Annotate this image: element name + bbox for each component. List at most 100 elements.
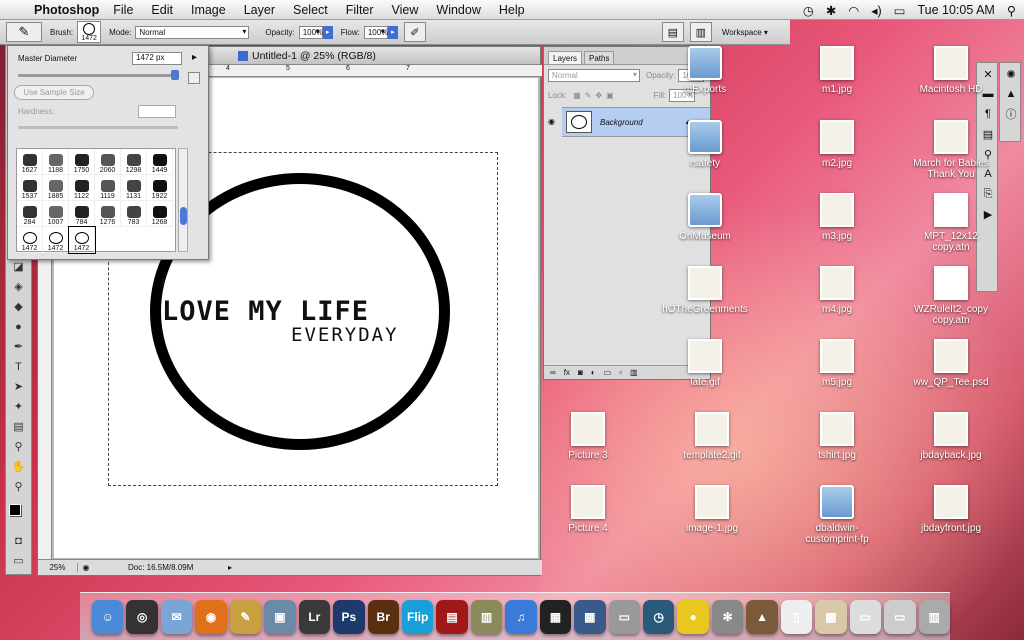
pen-tool-icon[interactable]: ✒	[7, 337, 30, 356]
tab-paths[interactable]: Paths	[584, 51, 615, 64]
brush-preset[interactable]: 1298	[121, 149, 147, 175]
menu-help[interactable]: Help	[499, 3, 525, 17]
delete-layer-icon[interactable]: ▥	[630, 368, 638, 377]
menu-image[interactable]: Image	[191, 3, 226, 17]
path-selection-icon[interactable]: ➤	[7, 377, 30, 396]
zoom-tool-icon[interactable]: ⚲	[7, 477, 30, 496]
opacity-slider-button[interactable]: ▸	[322, 25, 333, 39]
dock-dashboard-icon[interactable]: ◎	[126, 599, 158, 634]
desktop-icon[interactable]: OnMuseum	[660, 193, 750, 242]
hardness-field[interactable]	[138, 105, 176, 118]
dock-photoshop-icon[interactable]: Ps	[333, 599, 365, 634]
brush-grid-scrollbar[interactable]	[178, 148, 188, 252]
airbrush-icon[interactable]: ✐	[403, 22, 426, 42]
volume-icon[interactable]: ◂)	[871, 3, 881, 18]
brush-preset[interactable]: 784	[69, 201, 95, 227]
dock-document-icon[interactable]: ▯	[780, 599, 813, 634]
menu-view[interactable]: View	[392, 3, 419, 17]
use-sample-size-button[interactable]: Use Sample Size	[14, 85, 94, 100]
mode-select[interactable]: Normal	[135, 25, 250, 39]
desktop-icon[interactable]: ww_QP_Tee.psd	[906, 339, 996, 388]
dock-photo-icon[interactable]: ▩	[815, 599, 847, 634]
dock-keynote-icon[interactable]: ▲	[746, 599, 778, 634]
dock-photo-booth-icon[interactable]: ▤	[436, 599, 468, 634]
desktop-icon[interactable]: jbdayfront.jpg	[906, 485, 996, 534]
dock-iphoto-icon[interactable]: ▣	[264, 599, 296, 634]
spotlight-icon[interactable]: ⚲	[1007, 3, 1016, 18]
hand-tool-icon[interactable]: ✋	[7, 457, 30, 476]
brush-preset[interactable]: 1122	[69, 175, 95, 201]
desktop-icon[interactable]: late.gif	[660, 339, 750, 388]
desktop-icon[interactable]: hOTheGreenments	[660, 266, 750, 315]
slider-thumb[interactable]	[171, 70, 179, 80]
brush-preset[interactable]: 284	[17, 201, 43, 227]
dock-pencil-icon[interactable]: ✎	[229, 599, 262, 634]
menu-layer[interactable]: Layer	[244, 3, 275, 17]
brush-preset[interactable]: 1472	[68, 226, 96, 254]
brush-panel-menu-icon[interactable]: ▸	[192, 52, 197, 63]
desktop-icon[interactable]: WZRuleIt2_copy copy.atn	[906, 266, 996, 326]
status-menu-icon[interactable]: ◉	[78, 563, 94, 572]
bluetooth-icon[interactable]: ✱	[826, 3, 836, 18]
link-layers-icon[interactable]: ∞	[550, 368, 556, 377]
dock-itunes-icon[interactable]: ♫	[505, 599, 537, 634]
adjustment-layer-icon[interactable]: ◐	[591, 368, 596, 377]
dock-screen-icon[interactable]: ▭	[849, 599, 882, 634]
wifi-icon[interactable]: ◠	[848, 3, 859, 18]
brush-preset[interactable]: 1537	[17, 175, 43, 201]
desktop-icon[interactable]: m2.jpg	[792, 120, 882, 169]
dock-spaces-icon[interactable]: ▦	[574, 599, 606, 634]
screen-mode-icon[interactable]: ▭	[7, 551, 30, 570]
histogram-icon[interactable]: ▲	[1002, 85, 1020, 103]
blur-tool-icon[interactable]: ◆	[7, 297, 30, 316]
dock-trash-icon[interactable]: ▥	[918, 599, 950, 634]
brush-preset[interactable]: 1922	[147, 175, 173, 201]
lock-position-icon[interactable]: ✥	[595, 91, 602, 100]
brush-preset-picker[interactable]: 1472	[77, 21, 102, 43]
dock-window-icon[interactable]: ▭	[884, 599, 916, 634]
desktop-icon[interactable]: m5.jpg	[792, 339, 882, 388]
desktop-icon[interactable]: template2.gif	[667, 412, 757, 461]
menu-app-name[interactable]: Photoshop	[34, 3, 99, 17]
quick-mask-icon[interactable]: ◘	[7, 531, 30, 550]
brush-preset[interactable]: 1119	[95, 175, 121, 201]
lock-image-icon[interactable]: ✎	[585, 91, 592, 100]
layer-style-icon[interactable]: fx	[564, 368, 570, 377]
new-layer-icon[interactable]: ▫	[619, 368, 622, 377]
brush-preset[interactable]: 1007	[43, 201, 69, 227]
desktop-icon[interactable]: rsafety	[660, 120, 750, 169]
dock-system-preferences-icon[interactable]: ✻	[711, 599, 744, 634]
desktop-icon[interactable]: Picture 4	[543, 485, 633, 534]
brush-preset[interactable]: 1268	[147, 201, 173, 227]
dock-preview-icon[interactable]: ▥	[470, 599, 503, 634]
master-diameter-slider[interactable]	[18, 74, 178, 77]
dock-time-machine-icon[interactable]: ◷	[643, 599, 675, 634]
blend-mode-select[interactable]: Normal	[548, 69, 640, 82]
navigator-icon[interactable]: ✺	[1002, 65, 1020, 83]
battery-icon[interactable]: ▭	[894, 3, 906, 18]
desktop-icon[interactable]: MPT_12x12 copy.atn	[906, 193, 996, 253]
brush-preset[interactable]: 783	[121, 201, 147, 227]
brush-preset[interactable]: 1627	[17, 149, 43, 175]
eyedropper-icon[interactable]: ⚲	[7, 437, 30, 456]
palette-well-2-icon[interactable]: ▥	[689, 22, 712, 42]
brush-preset[interactable]: 1472	[17, 227, 43, 253]
master-diameter-field[interactable]: 1472 px	[132, 52, 182, 65]
brush-preset[interactable]: 1188	[43, 149, 69, 175]
brush-preset[interactable]: 1276	[95, 201, 121, 227]
type-tool-icon[interactable]: T	[7, 357, 30, 376]
brush-preset[interactable]: 2060	[95, 149, 121, 175]
palette-well-icon[interactable]: ▤	[661, 22, 684, 42]
shape-tool-icon[interactable]: ✦	[7, 397, 30, 416]
foreground-color-swatch[interactable]	[9, 504, 21, 516]
brush-preset[interactable]: 1449	[147, 149, 173, 175]
tab-layers[interactable]: Layers	[548, 51, 583, 64]
new-group-icon[interactable]: ▭	[604, 368, 612, 377]
desktop-icon[interactable]: m1.jpg	[792, 46, 882, 95]
desktop-icon[interactable]: m4.jpg	[792, 266, 882, 315]
desktop-icon[interactable]: Picture 3	[543, 412, 633, 461]
brush-preset[interactable]: 1472	[43, 227, 69, 253]
brush-preset[interactable]: 1885	[43, 175, 69, 201]
desktop-icon[interactable]: dbaldwin-customprint-fp	[792, 485, 882, 545]
menu-select[interactable]: Select	[293, 3, 328, 17]
